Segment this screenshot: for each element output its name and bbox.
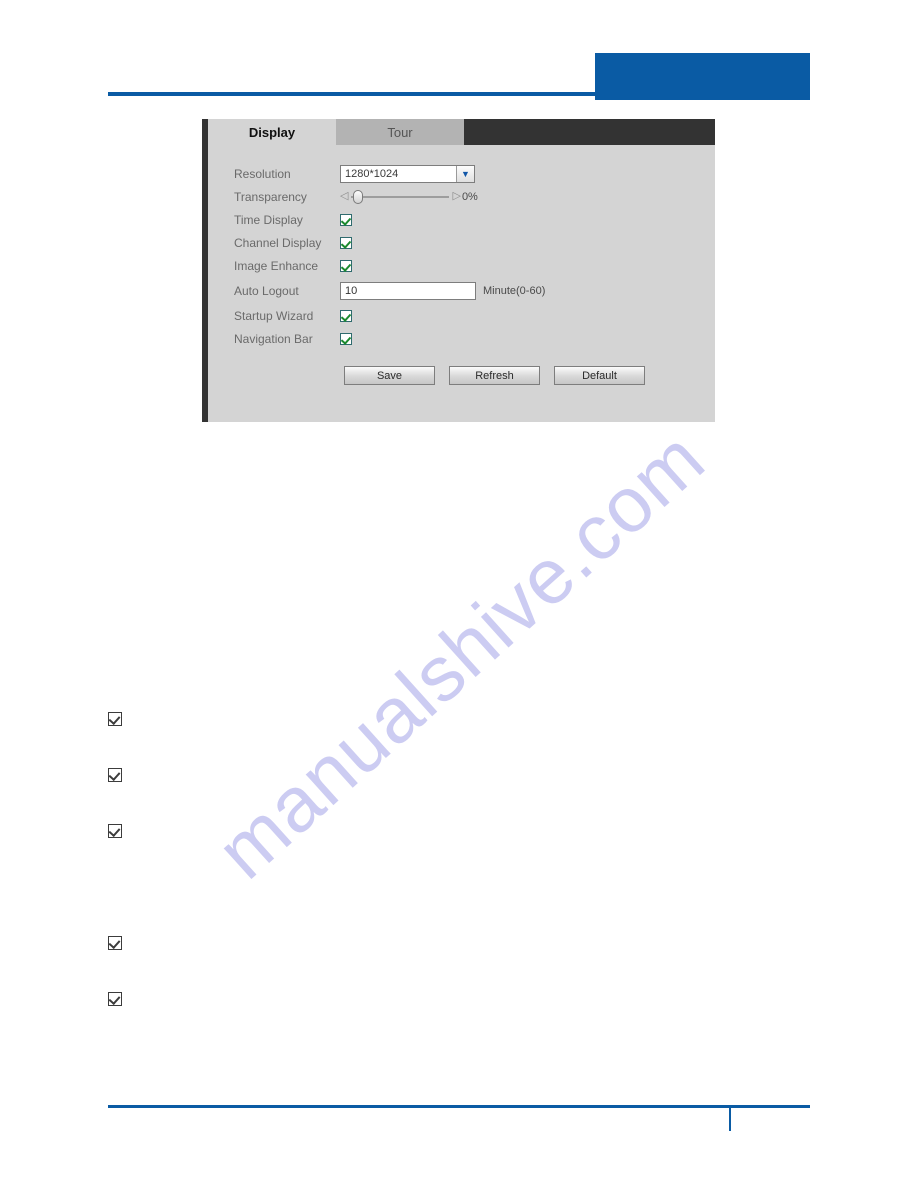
channel-display-checkbox[interactable] xyxy=(340,236,352,249)
label-startup-wizard: Startup Wizard xyxy=(234,308,314,323)
checked-box-icon xyxy=(108,712,122,726)
label-channel-display: Channel Display xyxy=(234,235,322,250)
tab-display-label: Display xyxy=(248,124,296,140)
footer-horizontal-rule xyxy=(108,1105,810,1108)
refresh-button[interactable]: Refresh xyxy=(449,366,540,385)
navigation-bar-checkbox[interactable] xyxy=(340,332,352,345)
control-auto-logout: 10 Minute(0-60) xyxy=(340,281,546,300)
save-button[interactable]: Save xyxy=(344,366,435,385)
transparency-value: 0% xyxy=(461,190,478,203)
dialog-tabstrip: Display Tour xyxy=(208,119,715,145)
page-footer xyxy=(0,1090,918,1160)
default-button[interactable]: Default xyxy=(554,366,645,385)
startup-wizard-checkbox[interactable] xyxy=(340,309,352,322)
auto-logout-input[interactable]: 10 xyxy=(340,281,476,300)
list-item xyxy=(108,992,122,1006)
label-transparency: Transparency xyxy=(234,189,307,204)
form-row-resolution: Resolution 1280*1024 ▼ xyxy=(208,162,715,185)
control-transparency: ◁ ▷ 0% xyxy=(340,189,478,205)
image-enhance-checkbox[interactable] xyxy=(340,259,352,272)
label-auto-logout: Auto Logout xyxy=(234,283,299,298)
form-row-startup-wizard: Startup Wizard xyxy=(208,304,715,327)
transparency-slider-track xyxy=(351,195,450,198)
checked-box-icon xyxy=(108,768,122,782)
resolution-select[interactable]: 1280*1024 ▼ xyxy=(340,164,475,183)
triangle-left-icon[interactable]: ◁ xyxy=(340,191,348,202)
footer-tick-mark xyxy=(729,1106,731,1131)
form-row-channel-display: Channel Display xyxy=(208,231,715,254)
label-time-display: Time Display xyxy=(234,212,303,227)
chevron-down-icon[interactable]: ▼ xyxy=(456,165,474,182)
watermark-text: manualshive.com xyxy=(199,413,721,896)
header-horizontal-rule xyxy=(108,92,810,96)
transparency-slider-thumb[interactable] xyxy=(353,189,364,204)
label-resolution: Resolution xyxy=(234,166,291,181)
watermark: manualshive.com xyxy=(150,380,770,896)
page-header xyxy=(0,0,918,100)
triangle-right-icon[interactable]: ▷ xyxy=(452,191,460,202)
control-startup-wizard xyxy=(340,309,352,322)
transparency-slider[interactable]: ◁ ▷ 0% xyxy=(340,189,478,205)
list-item xyxy=(108,824,122,838)
control-image-enhance xyxy=(340,259,352,272)
label-navigation-bar: Navigation Bar xyxy=(234,331,313,346)
list-item xyxy=(108,936,122,950)
form-row-time-display: Time Display xyxy=(208,208,715,231)
form-row-image-enhance: Image Enhance xyxy=(208,254,715,277)
transparency-slider-track-area[interactable] xyxy=(351,189,450,204)
checked-box-icon xyxy=(108,992,122,1006)
dialog-body: Resolution 1280*1024 ▼ Transparency ◁ ▷ xyxy=(208,145,715,385)
tab-display[interactable]: Display xyxy=(208,119,336,145)
form-row-navigation-bar: Navigation Bar xyxy=(208,327,715,350)
tab-tour[interactable]: Tour xyxy=(336,119,464,145)
dialog-button-bar: Save Refresh Default xyxy=(208,366,715,385)
time-display-checkbox[interactable] xyxy=(340,213,352,226)
auto-logout-suffix: Minute(0-60) xyxy=(483,284,546,297)
form-row-transparency: Transparency ◁ ▷ 0% xyxy=(208,185,715,208)
tab-tour-label: Tour xyxy=(387,124,413,140)
checked-box-icon xyxy=(108,824,122,838)
form-row-auto-logout: Auto Logout 10 Minute(0-60) xyxy=(208,277,715,304)
list-item xyxy=(108,768,122,782)
control-time-display xyxy=(340,213,352,226)
control-channel-display xyxy=(340,236,352,249)
list-item xyxy=(108,712,122,726)
control-resolution: 1280*1024 ▼ xyxy=(340,164,475,183)
display-setup-dialog: Display Tour Resolution 1280*1024 ▼ Tran… xyxy=(202,119,715,422)
label-image-enhance: Image Enhance xyxy=(234,258,319,273)
resolution-select-value: 1280*1024 xyxy=(345,167,399,180)
control-navigation-bar xyxy=(340,332,352,345)
checked-box-icon xyxy=(108,936,122,950)
